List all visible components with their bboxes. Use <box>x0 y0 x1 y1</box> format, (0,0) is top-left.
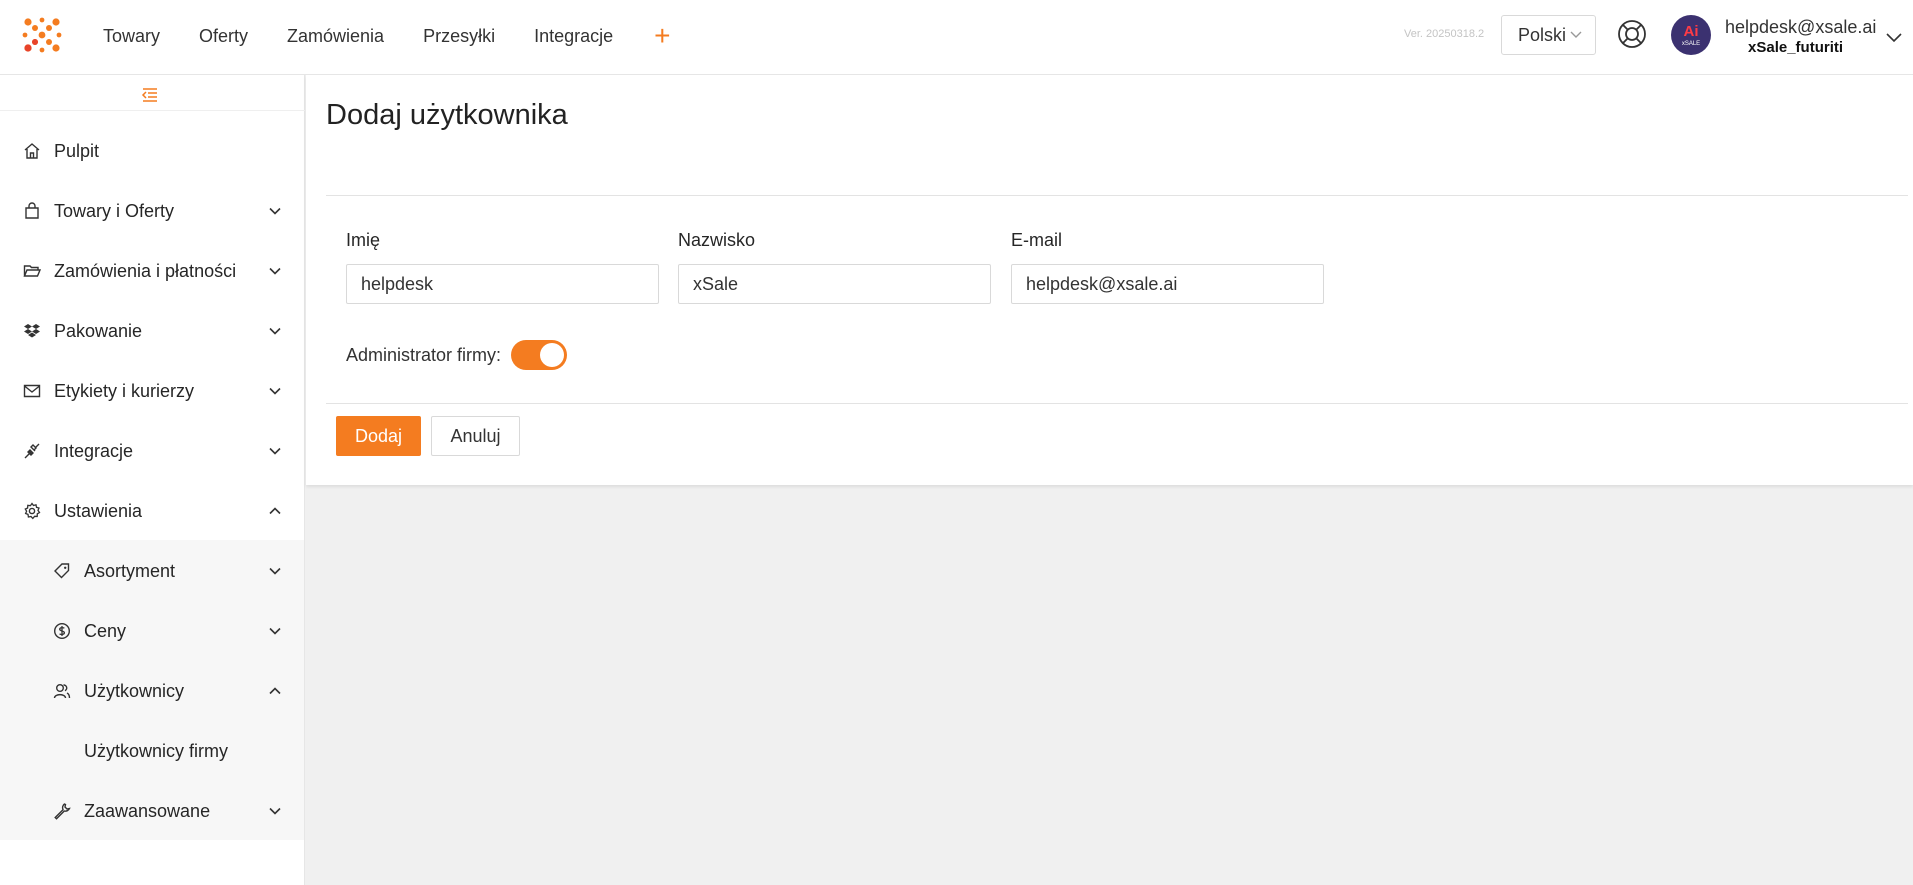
chevron-up-icon <box>269 687 281 695</box>
sidebar-item-label: Ustawienia <box>54 500 143 521</box>
sidebar-item-label: Towary i Oferty <box>54 200 175 221</box>
chevron-down-icon <box>269 267 281 275</box>
language-value: Polski <box>1518 24 1567 45</box>
chevron-down-icon <box>269 807 281 815</box>
chevron-up-icon <box>269 507 281 515</box>
sidebar-item-label: Integracje <box>54 440 134 461</box>
sidebar-item-zamowienia-platnosci[interactable]: Zamówienia i płatności <box>0 241 304 301</box>
sidebar-item-label: Zamówienia i płatności <box>54 260 237 281</box>
nav-przesylki[interactable]: Przesyłki <box>423 26 495 47</box>
admin-toggle-label: Administrator firmy: <box>346 345 502 365</box>
menu-collapse-icon[interactable] <box>141 87 159 103</box>
add-nav-button[interactable]: + <box>654 22 670 50</box>
avatar[interactable]: Ai xSALE <box>1671 15 1711 55</box>
first-name-field[interactable] <box>346 264 659 304</box>
sidebar-item-zaawansowane[interactable]: Zaawansowane <box>0 781 304 841</box>
chevron-down-icon <box>269 327 281 335</box>
lifebuoy-icon[interactable] <box>1616 18 1648 50</box>
avatar-logo-sub: xSALE <box>1681 40 1701 47</box>
sidebar-item-label: Etykiety i kurierzy <box>54 380 195 401</box>
mail-icon <box>23 384 41 398</box>
email-label: E-mail <box>1011 230 1063 250</box>
avatar-logo-text: Ai <box>1683 22 1699 40</box>
sidebar-item-label: Użytkownicy firmy <box>84 740 229 761</box>
xsale-logo[interactable] <box>20 14 64 56</box>
bag-icon <box>25 202 39 219</box>
tag-icon <box>54 563 70 579</box>
sidebar-item-label: Użytkownicy <box>84 680 185 701</box>
sidebar-item-label: Asortyment <box>84 560 176 581</box>
sidebar-item-label: Pakowanie <box>54 320 143 341</box>
divider <box>326 403 1908 404</box>
last-name-field[interactable] <box>678 264 991 304</box>
version-label: Ver. 20250318.2 <box>1404 28 1485 40</box>
nav-integracje[interactable]: Integracje <box>534 26 613 47</box>
chevron-down-icon <box>269 387 281 395</box>
chevron-down-icon[interactable] <box>1886 30 1902 44</box>
sidebar-item-etykiety-kurierzy[interactable]: Etykiety i kurierzy <box>0 361 304 421</box>
home-icon <box>24 143 40 159</box>
chevron-down-icon <box>1570 31 1582 38</box>
sidebar-divider <box>0 110 305 111</box>
user-email[interactable]: helpdesk@xsale.ai <box>1725 17 1876 38</box>
cancel-button[interactable]: Anuluj <box>431 416 520 456</box>
add-user-panel: Dodaj użytkownika Imię Nazwisko E-mail A… <box>306 75 1913 485</box>
sidebar-item-asortyment[interactable]: Asortyment <box>0 541 304 601</box>
folder-icon <box>23 265 41 277</box>
first-name-label: Imię <box>346 230 381 250</box>
user-company[interactable]: xSale_futuriti <box>1748 39 1843 56</box>
dropbox-icon <box>24 324 40 338</box>
sidebar-item-pulpit[interactable]: Pulpit <box>0 121 304 181</box>
gear-icon <box>24 502 41 520</box>
sidebar-item-pakowanie[interactable]: Pakowanie <box>0 301 304 361</box>
chevron-down-icon <box>269 567 281 575</box>
add-button[interactable]: Dodaj <box>336 416 421 456</box>
dollar-icon <box>53 622 71 640</box>
chevron-down-icon <box>269 207 281 215</box>
top-navigation: Towary Oferty Zamówienia Przesyłki Integ… <box>103 0 710 72</box>
sidebar-item-towary-oferty[interactable]: Towary i Oferty <box>0 181 304 241</box>
sidebar-item-label: Zaawansowane <box>84 800 211 821</box>
sidebar-item-ceny[interactable]: Ceny <box>0 601 304 661</box>
chevron-down-icon <box>269 447 281 455</box>
users-icon <box>53 684 71 699</box>
chevron-down-icon <box>269 627 281 635</box>
sidebar-item-uzytkownicy-firmy[interactable]: Użytkownicy firmy <box>0 721 304 781</box>
nav-zamowienia[interactable]: Zamówienia <box>287 26 384 47</box>
last-name-label: Nazwisko <box>678 230 756 250</box>
wrench-icon <box>54 803 71 820</box>
sidebar-item-integracje[interactable]: Integracje <box>0 421 304 481</box>
plug-icon <box>24 443 40 459</box>
language-select[interactable]: Polski <box>1501 15 1596 55</box>
nav-towary[interactable]: Towary <box>103 26 160 47</box>
nav-oferty[interactable]: Oferty <box>199 26 248 47</box>
sidebar-item-uzytkownicy[interactable]: Użytkownicy <box>0 661 304 721</box>
sidebar-item-label: Pulpit <box>54 140 100 161</box>
sidebar-item-label: Ceny <box>84 620 127 641</box>
sidebar-item-ustawienia[interactable]: Ustawienia <box>0 481 304 541</box>
top-bar: Towary Oferty Zamówienia Przesyłki Integ… <box>0 0 1913 75</box>
admin-toggle[interactable] <box>511 340 567 370</box>
page-title: Dodaj użytkownika <box>326 99 568 131</box>
divider <box>326 195 1908 196</box>
toggle-knob <box>540 343 564 367</box>
sidebar: Pulpit Towary i Oferty Zamówienia i płat… <box>0 75 305 885</box>
email-field[interactable] <box>1011 264 1324 304</box>
